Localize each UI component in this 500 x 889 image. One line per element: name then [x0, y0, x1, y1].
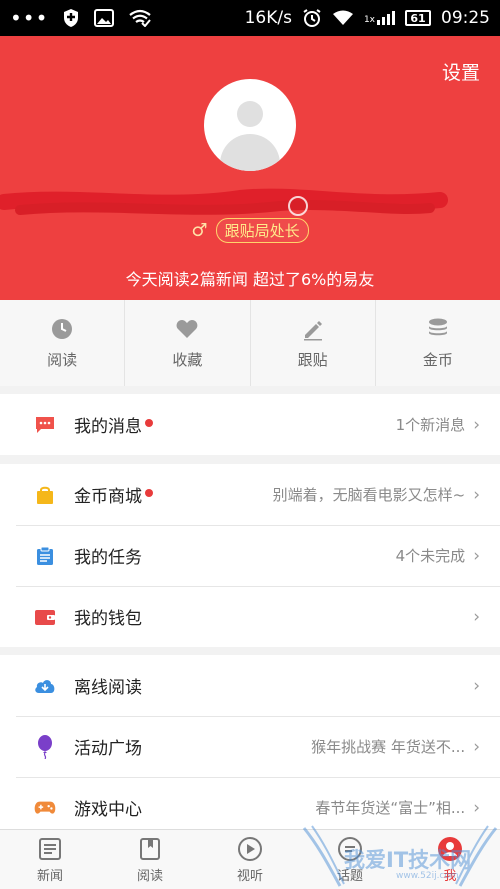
menu-item-title: 金币商城: [74, 487, 142, 507]
quick-action-comments[interactable]: 跟贴: [251, 300, 376, 386]
quick-action-coins[interactable]: 金币: [376, 300, 500, 386]
book-icon: [140, 837, 160, 860]
menu-item-subtitle: 猴年挑战赛 年货送不...: [311, 738, 466, 756]
wifi-check-icon: [129, 9, 152, 27]
battery-level: 61: [410, 11, 426, 25]
unread-dot: [145, 418, 153, 427]
menu-item-title: 我的钱包: [74, 609, 142, 629]
profile-header: 设置 ♂ 跟贴局处长 今天阅读2篇新闻 超过了6%的易友: [0, 36, 500, 300]
chevron-right-icon: ›: [473, 736, 480, 757]
avatar[interactable]: [204, 79, 296, 171]
tab-video[interactable]: 视听: [200, 830, 300, 889]
menu-group-features: 离线阅读 › 活动广场 猴年挑战赛 年货送不... › 游戏中心 春节年货送“富…: [0, 655, 500, 838]
level-badge[interactable]: 跟贴局处长: [215, 218, 309, 243]
menu-item-subtitle: 春节年货送“富士”相...: [315, 799, 466, 817]
chevron-right-icon: ›: [473, 414, 480, 435]
clock-icon: [52, 318, 73, 339]
menu-item-subtitle: 4个未完成: [395, 547, 466, 565]
quick-action-label: 收藏: [172, 350, 203, 369]
male-icon: ♂: [191, 220, 208, 241]
unread-dot: [145, 488, 153, 497]
activity-square-item[interactable]: 活动广场 猴年挑战赛 年货送不... ›: [0, 716, 500, 777]
menu-item-title: 游戏中心: [74, 800, 142, 820]
signal-label: 1x: [363, 15, 375, 25]
quick-action-label: 阅读: [47, 350, 78, 369]
bottom-tab-bar: 新闻 阅读 视听 话题 我: [0, 829, 500, 889]
quick-action-read[interactable]: 阅读: [0, 300, 126, 386]
chevron-right-icon: ›: [473, 484, 480, 505]
tab-news[interactable]: 新闻: [0, 830, 100, 889]
tab-me[interactable]: 我: [400, 830, 500, 889]
tab-topics[interactable]: 话题: [300, 830, 400, 889]
gamepad-icon: [34, 797, 56, 819]
image-icon: [94, 9, 115, 27]
cloud-download-icon: [34, 675, 56, 697]
chevron-right-icon: ›: [473, 606, 480, 627]
menu-item-subtitle: 别端着，无脑看电影又怎样~: [272, 486, 466, 504]
tab-label: 新闻: [36, 868, 63, 884]
alarm-icon: [303, 9, 321, 27]
menu-item-subtitle: 1个新消息: [395, 416, 466, 434]
cell-signal-icon: 1x: [364, 11, 395, 25]
menu-group-messages: 我的消息 1个新消息 ›: [0, 394, 500, 455]
heart-icon: [176, 319, 198, 338]
my-messages-item[interactable]: 我的消息 1个新消息 ›: [0, 394, 500, 455]
tab-reading[interactable]: 阅读: [100, 830, 200, 889]
chevron-right-icon: ›: [473, 545, 480, 566]
reading-summary: 今天阅读2篇新闻 超过了6%的易友: [125, 270, 375, 289]
more-dots-icon: •••: [10, 6, 49, 30]
menu-item-title: 我的任务: [74, 548, 142, 568]
wifi-icon: [332, 10, 353, 25]
quick-action-label: 跟贴: [297, 350, 328, 369]
wallet-icon: [34, 606, 56, 628]
menu-group-account: 金币商城 别端着，无脑看电影又怎样~ › 我的任务 4个未完成 › 我的钱包 ›: [0, 464, 500, 647]
pencil-icon: [303, 320, 322, 340]
menu-item-title: 我的消息: [74, 417, 142, 437]
offline-reading-item[interactable]: 离线阅读 ›: [0, 655, 500, 716]
coin-mall-item[interactable]: 金币商城 别端着，无脑看电影又怎样~ ›: [0, 464, 500, 525]
tab-label: 阅读: [136, 868, 163, 884]
quick-action-favorites[interactable]: 收藏: [125, 300, 251, 386]
my-wallet-item[interactable]: 我的钱包 ›: [0, 586, 500, 647]
status-bar: ••• 16K/s 1x 61 09:25: [0, 0, 500, 36]
menu-item-title: 活动广场: [74, 739, 142, 759]
clock: 09:25: [441, 8, 490, 28]
tab-label: 话题: [336, 868, 363, 884]
message-icon: [34, 414, 56, 436]
chevron-right-icon: ›: [473, 797, 480, 818]
my-tasks-item[interactable]: 我的任务 4个未完成 ›: [0, 525, 500, 586]
play-icon: [238, 836, 262, 861]
topic-icon: [338, 836, 362, 861]
chevron-right-icon: ›: [473, 675, 480, 696]
quick-action-label: 金币: [422, 350, 453, 369]
battery-icon: 61: [405, 10, 431, 26]
balloon-icon: [34, 734, 56, 759]
clipboard-icon: [34, 545, 56, 567]
settings-button[interactable]: 设置: [442, 58, 480, 85]
news-icon: [39, 837, 61, 860]
shield-icon: [64, 9, 79, 27]
menu-item-title: 离线阅读: [74, 678, 142, 698]
shopping-bag-icon: [34, 484, 56, 506]
quick-actions: 阅读 收藏 跟贴 金币: [0, 300, 500, 386]
coins-icon: [428, 318, 447, 335]
tab-label: 我: [443, 868, 457, 884]
tab-label: 视听: [236, 868, 263, 884]
me-icon: [438, 836, 462, 861]
network-speed: 16K/s: [244, 8, 292, 28]
level-row: ♂ 跟贴局处长: [0, 218, 500, 243]
